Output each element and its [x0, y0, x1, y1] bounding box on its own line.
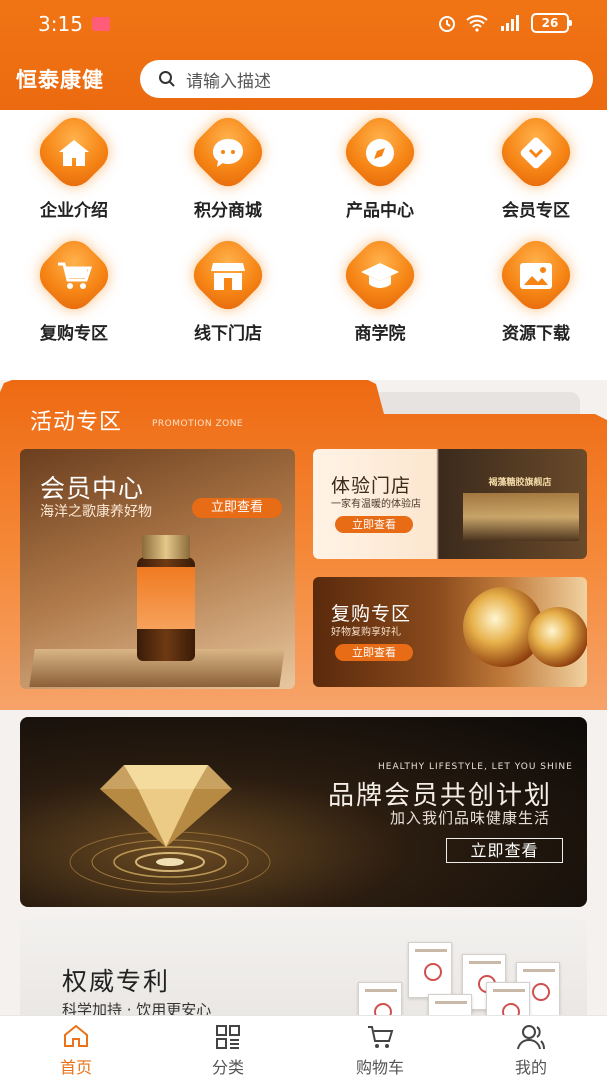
repurchase-card-subtitle: 好物复购享好礼	[331, 627, 401, 638]
grid-item-company[interactable]: 企业介绍	[14, 109, 134, 221]
grid-item-academy[interactable]: 商学院	[320, 232, 440, 344]
member-card-title: 会员中心	[40, 474, 145, 503]
nav-label: 分类	[211, 1058, 244, 1077]
decor-orb	[528, 607, 587, 667]
grid-label: 复购专区	[40, 324, 108, 344]
search-icon	[159, 71, 175, 87]
experience-store-card[interactable]: 体验门店 一家有温暖的体验店 立即查看 褐藻糖胶旗舰店	[313, 449, 587, 559]
banner-subtitle: 加入我们品味健康生活	[390, 809, 551, 827]
grid-icon	[216, 1025, 240, 1049]
grid-item-members[interactable]: 会员专区	[476, 109, 596, 221]
store-card-title: 体验门店	[331, 475, 412, 497]
home-icon	[59, 140, 89, 166]
store-view-button[interactable]: 立即查看	[335, 516, 413, 533]
grid-item-stores[interactable]: 线下门店	[168, 232, 288, 344]
grid-item-products[interactable]: 产品中心	[320, 109, 440, 221]
user-icon	[517, 1025, 545, 1050]
nav-profile[interactable]: 我的	[476, 1024, 586, 1078]
grid-label: 线下门店	[194, 324, 262, 344]
cart-icon	[58, 262, 92, 289]
app-header: 3:15 26 恒泰康健 请输入描述	[0, 0, 607, 110]
nav-cart[interactable]: 购物车	[325, 1024, 435, 1078]
alarm-icon	[439, 16, 455, 32]
signal-icon	[501, 15, 519, 31]
grid-label: 积分商城	[194, 201, 262, 221]
member-card-subtitle: 海洋之歌康养好物	[40, 504, 152, 520]
image-icon	[520, 263, 552, 289]
grid-item-repurchase[interactable]: 复购专区	[14, 232, 134, 344]
nav-label: 购物车	[355, 1058, 404, 1077]
repurchase-view-button[interactable]: 立即查看	[335, 644, 413, 661]
promotion-subtitle: PROMOTION ZONE	[152, 419, 244, 429]
status-icons: 26	[437, 13, 572, 33]
home-outline-icon	[64, 1024, 88, 1047]
store-icon	[211, 263, 245, 290]
grid-item-downloads[interactable]: 资源下载	[476, 232, 596, 344]
certificate-image	[408, 942, 452, 998]
patent-card[interactable]: 权威专利 科学加持 · 饮用更安心	[20, 918, 587, 1028]
chat-icon	[213, 139, 243, 167]
repurchase-card[interactable]: 复购专区 好物复购享好礼 立即查看	[313, 577, 587, 687]
status-time: 3:15	[38, 12, 83, 36]
grid-label: 企业介绍	[40, 201, 108, 221]
nav-category[interactable]: 分类	[173, 1024, 283, 1078]
grid-label: 产品中心	[346, 201, 414, 221]
compass-icon	[366, 139, 394, 167]
promotion-zone: 活动专区 PROMOTION ZONE 会员中心 海洋之歌康养好物 立即查看 体…	[0, 380, 607, 710]
product-bottle-image	[133, 535, 209, 665]
wifi-icon	[466, 15, 488, 32]
search-placeholder: 请输入描述	[186, 71, 271, 92]
nav-label: 我的	[514, 1058, 547, 1077]
member-cocreation-banner[interactable]: HEALTHY LIFESTYLE, LET YOU SHINE 品牌会员共创计…	[20, 717, 587, 907]
store-sign: 褐藻糖胶旗舰店	[488, 478, 552, 488]
battery-indicator: 26	[531, 13, 572, 33]
promotion-panel: 活动专区 PROMOTION ZONE 会员中心 海洋之歌康养好物 立即查看 体…	[0, 380, 607, 710]
store-front-image	[463, 493, 579, 541]
store-card-subtitle: 一家有温暖的体验店	[331, 499, 421, 510]
member-view-button[interactable]: 立即查看	[192, 498, 282, 518]
repurchase-card-title: 复购专区	[331, 603, 412, 625]
feature-grid: 企业介绍 积分商城 产品中心 会员专区 复购专区 线下门店 商学院 资源下载	[0, 109, 607, 380]
member-center-card[interactable]: 会员中心 海洋之歌康养好物 立即查看	[20, 449, 295, 689]
chevron-down-icon	[520, 137, 552, 169]
graduation-cap-icon	[361, 263, 399, 288]
nav-home[interactable]: 首页	[21, 1024, 131, 1078]
nav-label: 首页	[59, 1058, 92, 1077]
grid-label: 会员专区	[502, 201, 570, 221]
bottom-navigation: 首页 分类 购物车 我的	[0, 1015, 607, 1080]
notification-icon	[92, 17, 110, 31]
patent-title: 权威专利	[62, 967, 171, 996]
diamond-icon	[100, 765, 232, 847]
banner-view-button[interactable]: 立即查看	[446, 838, 563, 863]
search-input[interactable]: 请输入描述	[140, 60, 593, 98]
grid-label: 商学院	[354, 324, 406, 344]
brand-title: 恒泰康健	[16, 68, 104, 92]
status-bar: 3:15 26	[0, 0, 607, 50]
promotion-title: 活动专区	[30, 410, 123, 435]
grid-item-points-mall[interactable]: 积分商城	[168, 109, 288, 221]
grid-label: 资源下载	[502, 324, 570, 344]
cart-outline-icon	[368, 1026, 394, 1048]
banner-english-tagline: HEALTHY LIFESTYLE, LET YOU SHINE	[378, 762, 573, 772]
